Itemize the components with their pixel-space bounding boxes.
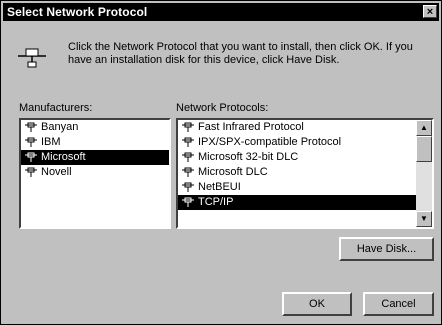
list-item-label: IPX/SPX-compatible Protocol <box>198 136 342 148</box>
list-item-label: Microsoft <box>41 151 86 163</box>
network-protocol-icon <box>182 137 194 147</box>
list-item-label: TCP/IP <box>198 196 234 208</box>
title-bar[interactable]: Select Network Protocol × <box>3 3 439 21</box>
list-item-label: Microsoft 32-bit DLC <box>198 151 299 163</box>
dialog-title: Select Network Protocol <box>7 5 148 19</box>
have-disk-button[interactable]: Have Disk... <box>339 237 434 261</box>
list-item[interactable]: Banyan <box>21 120 169 135</box>
network-protocols-label: Network Protocols: <box>176 102 269 114</box>
network-protocol-icon <box>182 152 194 162</box>
list-item-label: Microsoft DLC <box>198 166 268 178</box>
network-protocol-icon <box>182 197 194 207</box>
list-item[interactable]: IPX/SPX-compatible Protocol <box>178 135 416 150</box>
list-item-label: IBM <box>41 136 61 148</box>
close-icon[interactable]: × <box>423 5 437 18</box>
scroll-down-arrow-icon[interactable]: ▼ <box>416 211 432 227</box>
scrollbar-thumb[interactable] <box>416 136 432 162</box>
network-protocol-icon <box>182 122 194 132</box>
network-protocol-icon <box>18 48 46 68</box>
network-protocol-icon <box>182 167 194 177</box>
list-item[interactable]: Microsoft 32-bit DLC <box>178 150 416 165</box>
manufacturers-list[interactable]: Banyan IBM Microsoft Novell <box>19 118 171 229</box>
list-item-label: Banyan <box>41 121 79 133</box>
list-item[interactable]: Fast Infrared Protocol <box>178 120 416 135</box>
list-item[interactable]: TCP/IP <box>178 195 416 210</box>
list-item-label: NetBEUI <box>198 181 241 193</box>
network-protocol-icon <box>25 152 37 162</box>
list-item[interactable]: Microsoft DLC <box>178 165 416 180</box>
cancel-button[interactable]: Cancel <box>363 292 434 316</box>
list-item[interactable]: NetBEUI <box>178 180 416 195</box>
list-item[interactable]: Microsoft <box>21 150 169 165</box>
network-protocol-icon <box>25 122 37 132</box>
protocols-scrollbar[interactable]: ▲ ▼ <box>416 120 432 227</box>
scroll-up-arrow-icon[interactable]: ▲ <box>416 120 432 136</box>
network-protocol-icon <box>25 137 37 147</box>
list-item-label: Fast Infrared Protocol <box>198 121 304 133</box>
list-item[interactable]: Novell <box>21 165 169 180</box>
network-protocol-icon <box>182 182 194 192</box>
select-network-protocol-dialog: Select Network Protocol × Click the Netw… <box>0 0 442 325</box>
list-item[interactable]: IBM <box>21 135 169 150</box>
ok-button[interactable]: OK <box>282 292 352 316</box>
scrollbar-track[interactable] <box>416 162 432 211</box>
network-protocol-icon <box>25 167 37 177</box>
manufacturers-label: Manufacturers: <box>19 102 93 114</box>
network-protocols-list[interactable]: Fast Infrared Protocol IPX/SPX-compatible… <box>176 118 434 229</box>
instructions-text: Click the Network Protocol that you want… <box>68 41 413 66</box>
list-item-label: Novell <box>41 166 72 178</box>
